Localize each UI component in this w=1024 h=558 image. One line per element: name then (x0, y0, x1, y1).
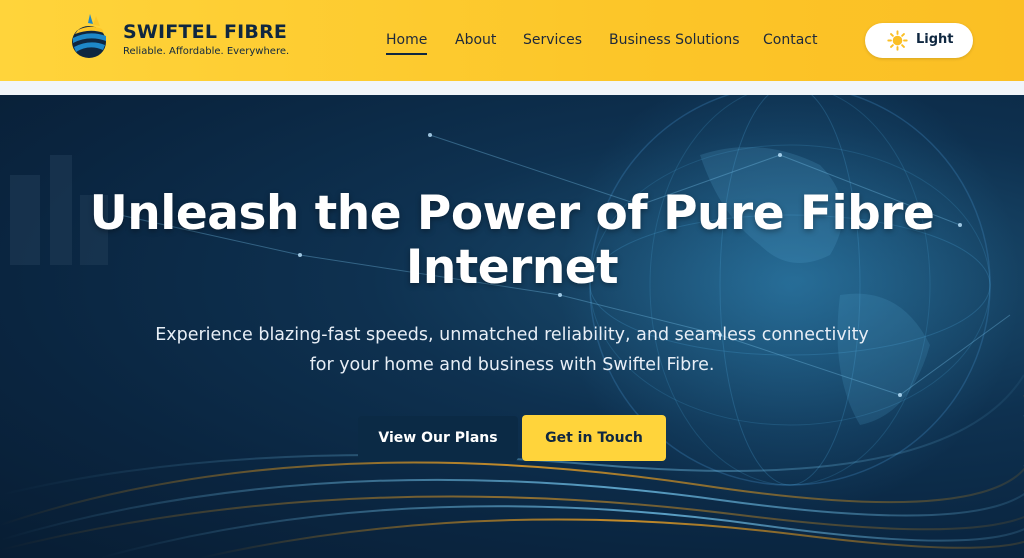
nav-item-business-solutions[interactable]: Business Solutions (609, 32, 740, 48)
brand-tagline: Reliable. Affordable. Everywhere. (123, 46, 290, 57)
site-header: SWIFTEL FIBRE Reliable. Affordable. Ever… (0, 0, 1024, 81)
nav-item-contact[interactable]: Contact (763, 32, 817, 48)
theme-toggle-button[interactable]: Light (865, 23, 973, 58)
nav-item-home[interactable]: Home (386, 32, 428, 55)
nav-item-about[interactable]: About (455, 32, 496, 48)
header-divider-strip (0, 81, 1024, 95)
hero-title: Unleash the Power of Pure Fibre Internet (89, 186, 935, 295)
swiftel-logo-icon[interactable] (70, 12, 110, 60)
hero-section: Unleash the Power of Pure Fibre Internet… (0, 95, 1024, 558)
theme-toggle-label: Light (916, 32, 954, 47)
brand-name: SWIFTEL FIBRE (123, 21, 288, 43)
hero-subtitle: Experience blazing-fast speeds, unmatche… (155, 325, 869, 375)
view-plans-button[interactable]: View Our Plans (358, 416, 518, 461)
get-in-touch-button[interactable]: Get in Touch (522, 415, 666, 461)
nav-item-services[interactable]: Services (523, 32, 582, 48)
sun-icon (887, 30, 908, 51)
